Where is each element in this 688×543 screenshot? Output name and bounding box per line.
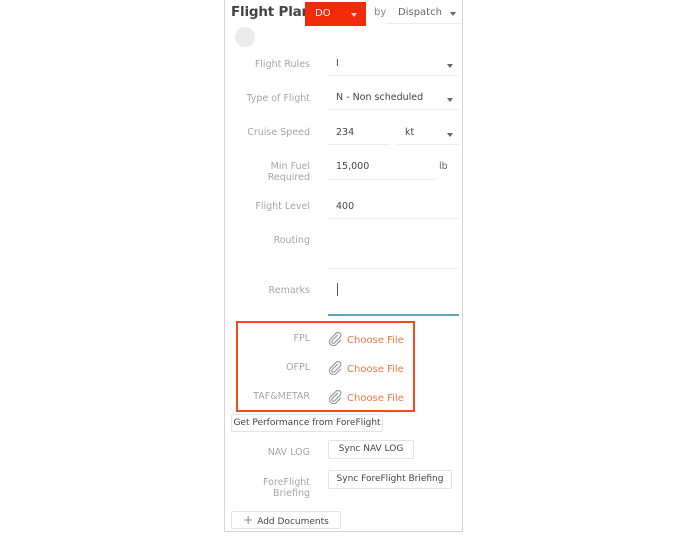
chevron-down-icon: [447, 98, 453, 102]
fpl-choose-file[interactable]: Choose File: [347, 335, 404, 346]
taf-metar-choose-file[interactable]: Choose File: [347, 393, 404, 404]
min-fuel-unit: lb: [439, 161, 448, 172]
ofpl-label: OFPL: [286, 362, 310, 373]
nav-log-label: NAV LOG: [267, 447, 310, 458]
status-select[interactable]: DO: [305, 2, 366, 26]
flight-level-value: 400: [336, 201, 355, 212]
cruise-speed-unit-select[interactable]: kt: [397, 123, 459, 145]
min-fuel-input[interactable]: 15,000: [328, 157, 436, 180]
type-of-flight-select[interactable]: N - Non scheduled: [328, 89, 459, 110]
avatar: [235, 27, 255, 47]
routing-label: Routing: [273, 235, 310, 246]
taf-metar-label: TAF&METAR: [253, 391, 310, 402]
add-documents-button[interactable]: + Add Documents: [231, 511, 341, 529]
text-cursor: [337, 283, 338, 296]
chevron-down-icon: [447, 133, 453, 137]
chevron-down-icon: [351, 13, 357, 17]
fpl-label: FPL: [293, 333, 311, 344]
min-fuel-value: 15,000: [336, 161, 370, 172]
by-select[interactable]: Dispatch: [385, 2, 461, 24]
paperclip-icon: [328, 390, 342, 404]
cruise-speed-label: Cruise Speed: [247, 127, 310, 138]
routing-input[interactable]: [328, 229, 459, 267]
paperclip-icon: [328, 332, 342, 346]
plus-icon: +: [243, 513, 254, 527]
by-select-value: Dispatch: [398, 7, 442, 18]
cruise-speed-input[interactable]: 234: [328, 123, 389, 145]
remarks-label: Remarks: [268, 285, 310, 296]
ofpl-choose-file[interactable]: Choose File: [347, 364, 404, 375]
min-fuel-label: Min Fuel Required: [267, 161, 310, 183]
remarks-input[interactable]: [328, 268, 459, 316]
type-of-flight-label: Type of Flight: [246, 93, 310, 104]
cruise-speed-value: 234: [336, 127, 355, 138]
sync-foreflight-briefing-button[interactable]: Sync ForeFlight Briefing: [328, 470, 452, 489]
cruise-speed-unit: kt: [405, 127, 415, 138]
get-performance-button[interactable]: Get Performance from ForeFlight: [231, 414, 383, 432]
flight-rules-label: Flight Rules: [254, 59, 310, 70]
foreflight-briefing-label: ForeFlight Briefing: [263, 477, 310, 499]
panel-title: Flight Plan: [231, 4, 311, 20]
flight-plan-panel: Flight Plan DO by Dispatch Flight Rules …: [224, 0, 463, 532]
flight-level-label: Flight Level: [255, 201, 310, 212]
chevron-down-icon: [450, 12, 456, 16]
flight-rules-value: I: [336, 58, 339, 69]
flight-rules-select[interactable]: I: [328, 55, 459, 76]
add-documents-label: Add Documents: [257, 517, 329, 527]
type-of-flight-value: N - Non scheduled: [336, 92, 424, 103]
status-select-value: DO: [315, 8, 331, 19]
chevron-down-icon: [447, 64, 453, 68]
paperclip-icon: [328, 361, 342, 375]
flight-level-input[interactable]: 400: [328, 197, 459, 219]
sync-nav-log-button[interactable]: Sync NAV LOG: [328, 440, 414, 459]
